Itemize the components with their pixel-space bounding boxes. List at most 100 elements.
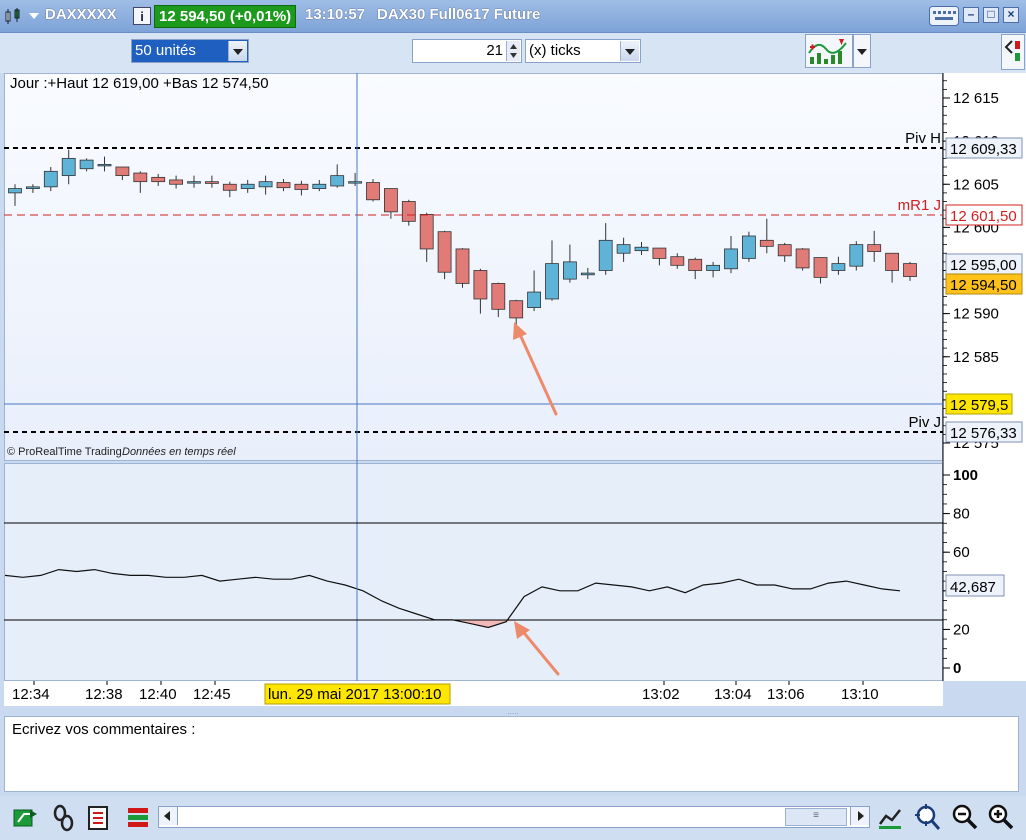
cursor-price-value: 12 579,5 — [950, 397, 1008, 414]
candle — [43, 167, 58, 192]
time-label: 12:45 — [193, 686, 231, 703]
candle — [169, 175, 184, 189]
candle — [652, 247, 667, 266]
time-label: 12:34 — [12, 686, 50, 703]
candle — [813, 257, 828, 284]
horizontal-scrollbar[interactable]: ≡ — [158, 806, 870, 828]
bottom-toolbar: ≡ — [0, 796, 1026, 840]
osc-tick-label: 60 — [953, 544, 970, 561]
candle — [187, 175, 201, 188]
export-chart-icon[interactable] — [12, 804, 40, 832]
price-a-value: 12 595,00 — [950, 257, 1017, 274]
candle — [97, 156, 112, 172]
candle — [831, 256, 846, 275]
price-tick-label: 12 615 — [953, 90, 999, 107]
comments-area[interactable]: Ecrivez vos commentaires : — [4, 716, 1019, 792]
candle — [580, 267, 595, 280]
candle — [634, 242, 649, 255]
candle — [419, 212, 434, 262]
candle — [527, 270, 541, 312]
candle — [312, 179, 327, 192]
candle — [437, 230, 452, 280]
osc-tick-label: 80 — [953, 506, 970, 523]
osc-tick-label: 20 — [953, 621, 970, 638]
candle — [849, 241, 864, 271]
candle — [885, 252, 899, 283]
candle — [742, 231, 756, 262]
candle — [706, 261, 720, 278]
time-label: 12:38 — [85, 686, 123, 703]
candle — [455, 248, 470, 288]
order-book-icon[interactable] — [124, 804, 152, 832]
candle — [867, 230, 882, 262]
piv-h-label: Piv H — [905, 130, 941, 147]
piv-j-label: Piv J — [908, 414, 941, 431]
candle — [61, 149, 76, 185]
price-tick-label: 12 605 — [953, 176, 999, 193]
zoom-in-icon[interactable] — [986, 802, 1016, 832]
mr1-label: mR1 J — [898, 197, 941, 214]
price-tick-label: 12 585 — [953, 349, 999, 366]
candle — [79, 158, 94, 172]
candle — [473, 268, 488, 314]
candle — [258, 175, 273, 195]
price-tick-label: 12 590 — [953, 306, 999, 323]
osc-tick-label: 0 — [953, 660, 961, 677]
candle — [240, 179, 255, 193]
candle — [330, 164, 345, 188]
candle — [115, 166, 130, 180]
candle — [133, 171, 148, 193]
candle — [366, 179, 380, 202]
candle — [545, 240, 559, 301]
osc-tick-label: 100 — [953, 467, 978, 484]
candle — [598, 223, 613, 275]
candle — [25, 184, 40, 193]
mr1-value: 12 601,50 — [950, 208, 1017, 225]
scroll-left-arrow-icon[interactable] — [159, 807, 178, 825]
time-label: 13:06 — [767, 686, 805, 703]
annotation-arrow-price — [513, 322, 558, 416]
candle — [903, 261, 917, 281]
piv-h-value: 12 609,33 — [950, 141, 1017, 158]
report-list-icon[interactable] — [86, 804, 112, 832]
candle — [795, 248, 810, 271]
time-label: 13:04 — [714, 686, 752, 703]
candle — [383, 188, 398, 219]
candle — [509, 299, 524, 326]
piv-j-value: 12 576,33 — [950, 425, 1017, 442]
candle — [563, 244, 577, 283]
candle — [222, 181, 237, 198]
candle — [724, 236, 738, 274]
candle — [616, 237, 631, 262]
zoom-out-icon[interactable] — [950, 802, 980, 832]
candle — [294, 180, 309, 196]
scroll-right-arrow-icon[interactable] — [850, 807, 869, 825]
candle — [777, 242, 792, 262]
candle — [348, 173, 363, 186]
oversold-fill — [452, 619, 525, 628]
osc-value: 42,687 — [950, 579, 996, 596]
candle — [401, 199, 416, 226]
annotation-arrow-oscillator — [514, 621, 560, 676]
chart-canvas: 12 61512 61012 60512 60012 59512 59012 5… — [0, 73, 1026, 716]
auto-scale-icon[interactable] — [876, 804, 904, 832]
candle — [759, 218, 774, 254]
candle — [688, 257, 703, 280]
candle — [8, 184, 22, 206]
last-price-value: 12 594,50 — [950, 277, 1017, 294]
candle — [204, 175, 219, 188]
candle — [276, 179, 291, 192]
cursor-time-label: lun. 29 mai 2017 13:00:10 — [268, 686, 441, 703]
oscillator-line — [4, 568, 901, 629]
comments-placeholder: Ecrivez vos commentaires : — [12, 721, 196, 738]
scroll-thumb[interactable]: ≡ — [785, 808, 847, 826]
time-label: 13:10 — [841, 686, 879, 703]
splitter-grip-icon[interactable]: ..... — [507, 707, 518, 716]
zoom-fit-icon[interactable] — [912, 802, 942, 832]
link-chain-icon[interactable] — [50, 804, 78, 832]
time-label: 13:02 — [642, 686, 680, 703]
candle — [670, 253, 685, 269]
time-label: 12:40 — [139, 686, 177, 703]
candle — [151, 173, 166, 186]
candle — [491, 282, 506, 318]
